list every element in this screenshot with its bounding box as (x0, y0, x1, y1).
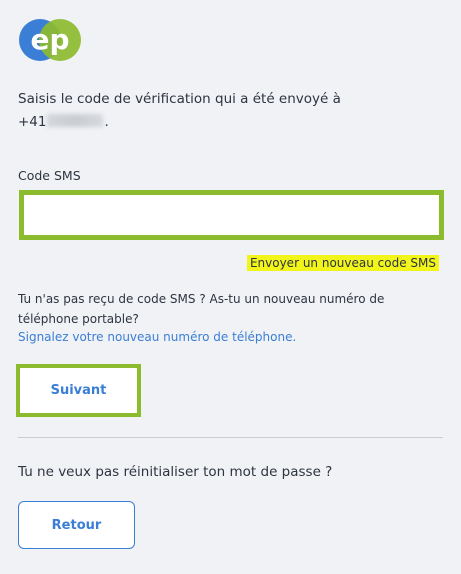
divider (18, 437, 443, 438)
back-button[interactable]: Retour (18, 501, 135, 549)
verification-instruction: Saisis le code de vérification qui a été… (18, 88, 438, 134)
help-text: Tu n'as pas reçu de code SMS ? As-tu un … (18, 292, 385, 326)
ep-logo-icon: ep (18, 18, 82, 62)
sms-code-input[interactable] (19, 190, 444, 240)
next-button[interactable]: Suivant (16, 364, 141, 417)
logo-text: ep (30, 23, 69, 56)
sms-code-label: Code SMS (18, 168, 81, 183)
phone-number-redacted (46, 114, 103, 127)
reset-question: Tu ne veux pas réinitialiser ton mot de … (18, 464, 333, 480)
instruction-text: Saisis le code de vérification qui a été… (18, 91, 341, 107)
resend-sms-link[interactable]: Envoyer un nouveau code SMS (246, 255, 439, 271)
report-new-number-link[interactable]: Signalez votre nouveau numéro de télépho… (18, 330, 296, 344)
phone-number-prefix: +41 (18, 114, 47, 130)
instruction-period: . (104, 114, 109, 130)
